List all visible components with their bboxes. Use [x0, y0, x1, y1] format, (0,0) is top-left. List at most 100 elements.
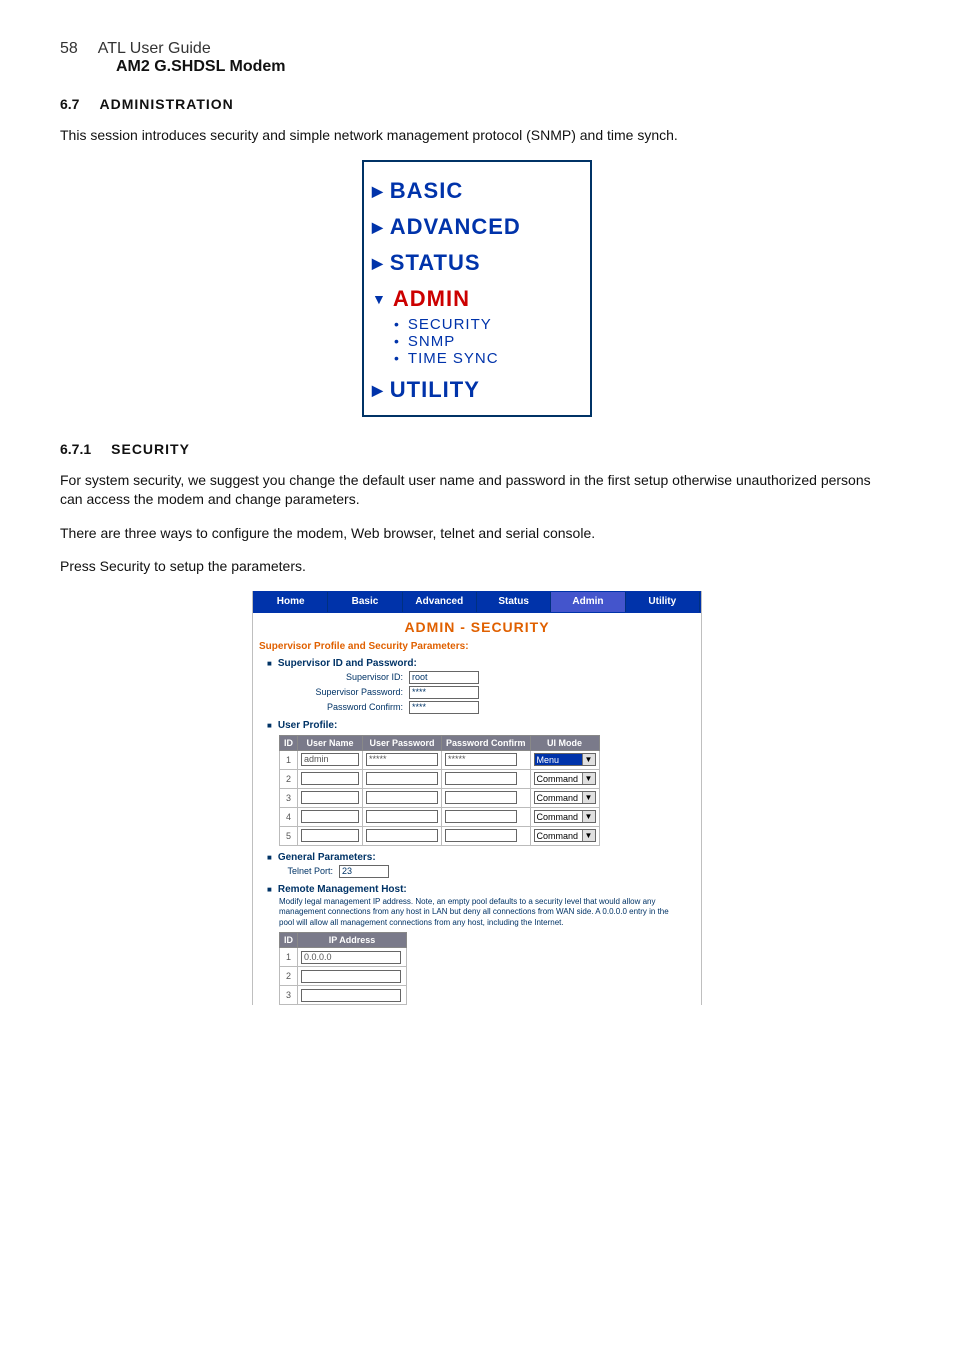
- table-row: 3: [280, 986, 407, 1005]
- supervisor-pw-label: Supervisor Password:: [293, 687, 409, 697]
- supervisor-id-label: Supervisor ID:: [293, 672, 409, 682]
- th-id: ID: [280, 735, 298, 750]
- menu-item-basic[interactable]: ▶ BASIC: [372, 178, 582, 204]
- subsection-number: 6.7.1: [60, 441, 91, 457]
- tab-basic[interactable]: Basic: [328, 592, 402, 612]
- userpw-input[interactable]: [366, 810, 438, 823]
- submenu-security[interactable]: SECURITY: [394, 316, 582, 333]
- ip-input[interactable]: [301, 989, 401, 1002]
- subsection-p2: There are three ways to configure the mo…: [60, 524, 894, 544]
- ip-input[interactable]: 0.0.0.0: [301, 951, 401, 964]
- tab-utility[interactable]: Utility: [626, 592, 700, 612]
- supervisor-id-input[interactable]: root: [409, 671, 479, 684]
- submenu-timesync[interactable]: TIME SYNC: [394, 350, 582, 367]
- menu-item-utility[interactable]: ▶ UTILITY: [372, 377, 582, 403]
- th-ip: IP Address: [298, 933, 407, 948]
- pwconfirm-input[interactable]: [445, 791, 517, 804]
- submenu-label: TIME SYNC: [408, 350, 499, 367]
- pw-confirm-label: Password Confirm:: [293, 702, 409, 712]
- menu-item-status[interactable]: ▶ STATUS: [372, 250, 582, 276]
- menu-label: BASIC: [390, 178, 463, 204]
- userpw-input[interactable]: *****: [366, 753, 438, 766]
- cell-id: 5: [280, 826, 298, 845]
- tab-admin[interactable]: Admin: [551, 592, 625, 612]
- uimode-select[interactable]: Command▼: [534, 829, 596, 842]
- tab-bar: Home Basic Advanced Status Admin Utility: [253, 591, 701, 613]
- userpw-input[interactable]: [366, 791, 438, 804]
- menu-item-advanced[interactable]: ▶ ADVANCED: [372, 214, 582, 240]
- username-input[interactable]: admin: [301, 753, 359, 766]
- submenu-label: SECURITY: [408, 316, 492, 333]
- ip-input[interactable]: [301, 970, 401, 983]
- menu-label: ADMIN: [393, 286, 470, 312]
- uimode-select[interactable]: Menu▼: [534, 753, 596, 766]
- section-general-params: General Parameters:: [267, 852, 701, 863]
- subsection-p1: For system security, we suggest you chan…: [60, 471, 894, 510]
- uimode-select[interactable]: Command▼: [534, 772, 596, 785]
- th-pwconfirm: Password Confirm: [442, 735, 531, 750]
- admin-security-screenshot: Home Basic Advanced Status Admin Utility…: [252, 591, 702, 1005]
- section-label: Supervisor ID and Password:: [278, 658, 417, 669]
- chevron-down-icon: ▼: [372, 292, 387, 306]
- uimode-select[interactable]: Command▼: [534, 791, 596, 804]
- dropdown-icon: ▼: [582, 773, 595, 784]
- table-row: 4 Command▼: [280, 807, 600, 826]
- user-profile-table: ID User Name User Password Password Conf…: [279, 735, 600, 846]
- cell-id: 3: [280, 986, 298, 1005]
- section-user-profile: User Profile:: [267, 720, 701, 731]
- cell-id: 2: [280, 769, 298, 788]
- menu-item-admin[interactable]: ▼ ADMIN: [372, 286, 582, 312]
- remote-host-table: ID IP Address 10.0.0.023: [279, 932, 407, 1005]
- username-input[interactable]: [301, 791, 359, 804]
- supervisor-pw-input[interactable]: ****: [409, 686, 479, 699]
- uimode-select[interactable]: Command▼: [534, 810, 596, 823]
- subsection-title: SECURITY: [111, 441, 190, 457]
- dropdown-icon: ▼: [582, 754, 595, 765]
- dropdown-icon: ▼: [582, 830, 595, 841]
- username-input[interactable]: [301, 810, 359, 823]
- table-row: 3 Command▼: [280, 788, 600, 807]
- table-row: 2 Command▼: [280, 769, 600, 788]
- submenu-snmp[interactable]: SNMP: [394, 333, 582, 350]
- chevron-right-icon: ▶: [372, 220, 384, 234]
- chevron-right-icon: ▶: [372, 383, 384, 397]
- menu-label: ADVANCED: [390, 214, 521, 240]
- pwconfirm-input[interactable]: [445, 810, 517, 823]
- pw-confirm-input[interactable]: ****: [409, 701, 479, 714]
- username-input[interactable]: [301, 829, 359, 842]
- cell-id: 1: [280, 948, 298, 967]
- cell-id: 3: [280, 788, 298, 807]
- menu-label: STATUS: [390, 250, 481, 276]
- section-idpw: Supervisor ID and Password:: [267, 658, 701, 669]
- menu-screenshot: ▶ BASIC ▶ ADVANCED ▶ STATUS ▼ ADMIN SECU…: [362, 160, 592, 417]
- table-row: 1admin**********Menu▼: [280, 750, 600, 769]
- cell-id: 2: [280, 967, 298, 986]
- th-id: ID: [280, 933, 298, 948]
- page-title: ADMIN - SECURITY: [253, 619, 701, 635]
- pwconfirm-input[interactable]: [445, 829, 517, 842]
- table-row: 2: [280, 967, 407, 986]
- cell-id: 4: [280, 807, 298, 826]
- section-remote-host: Remote Management Host:: [267, 884, 701, 895]
- section-title: ADMINISTRATION: [99, 96, 233, 112]
- page-number: 58: [60, 40, 78, 58]
- tab-advanced[interactable]: Advanced: [403, 592, 477, 612]
- pwconfirm-input[interactable]: *****: [445, 753, 517, 766]
- remote-host-note: Modify legal management IP address. Note…: [279, 897, 675, 928]
- tab-home[interactable]: Home: [254, 592, 328, 612]
- section-intro-text: This session introduces security and sim…: [60, 126, 894, 146]
- table-row: 10.0.0.0: [280, 948, 407, 967]
- userpw-input[interactable]: [366, 829, 438, 842]
- pwconfirm-input[interactable]: [445, 772, 517, 785]
- section-label: Remote Management Host:: [278, 884, 407, 895]
- menu-label: UTILITY: [390, 377, 480, 403]
- submenu-label: SNMP: [408, 333, 455, 350]
- page-header: 58 ATL User Guide AM2 G.SHDSL Modem: [60, 40, 894, 76]
- username-input[interactable]: [301, 772, 359, 785]
- chevron-right-icon: ▶: [372, 256, 384, 270]
- telnet-port-input[interactable]: 23: [339, 865, 389, 878]
- userpw-input[interactable]: [366, 772, 438, 785]
- table-row: 5 Command▼: [280, 826, 600, 845]
- tab-status[interactable]: Status: [477, 592, 551, 612]
- th-username: User Name: [298, 735, 363, 750]
